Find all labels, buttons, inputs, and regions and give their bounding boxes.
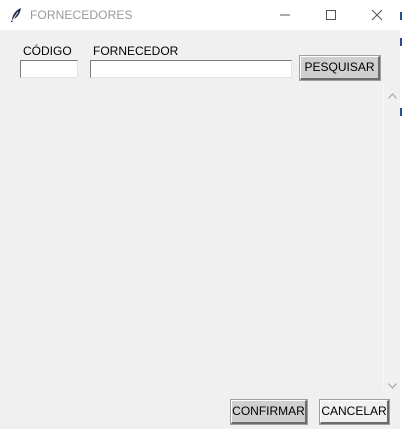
codigo-label: CÓDIGO [23,44,72,58]
feather-icon [9,7,23,23]
minimize-button[interactable] [262,0,308,30]
close-button[interactable] [354,0,400,30]
vertical-scrollbar[interactable] [383,82,401,390]
cancelar-button[interactable]: CANCELAR [319,399,390,425]
minimize-icon [280,14,290,16]
codigo-input[interactable] [20,60,78,78]
fornecedor-input[interactable] [90,60,292,78]
maximize-button[interactable] [308,0,354,30]
chevron-up-icon[interactable] [388,88,397,99]
chevron-down-icon[interactable] [388,378,397,389]
confirmar-button[interactable]: CONFIRMAR [230,399,308,425]
fornecedor-label: FORNECEDOR [93,44,179,58]
maximize-icon [326,10,336,20]
window-title: FORNECEDORES [30,8,133,22]
fornecedores-window: FORNECEDORES CÓDIGO FORNECEDOR PESQUISAR [0,0,401,429]
title-bar[interactable]: FORNECEDORES [0,0,400,30]
close-icon [371,9,383,21]
pesquisar-button[interactable]: PESQUISAR [299,55,381,81]
